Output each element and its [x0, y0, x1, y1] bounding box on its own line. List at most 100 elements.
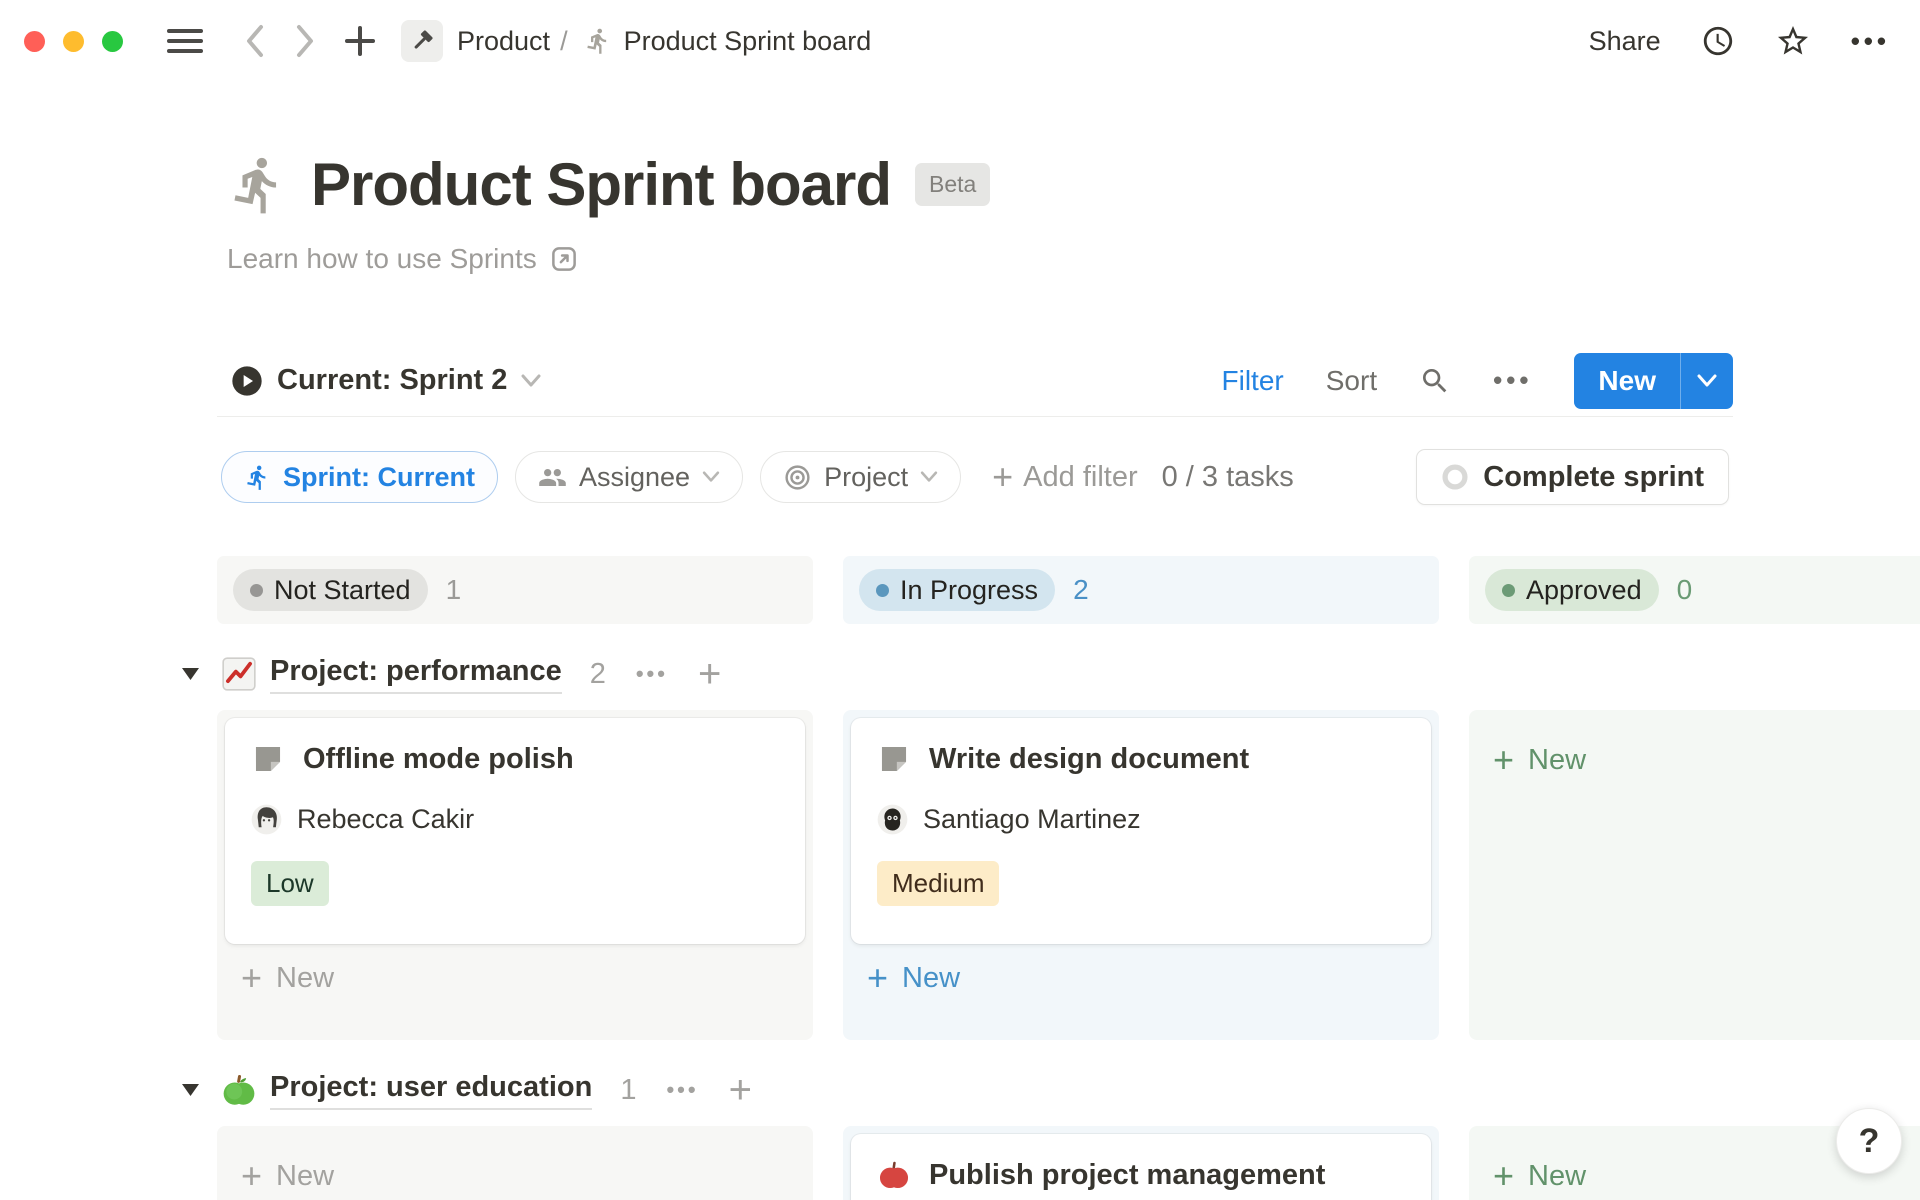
breadcrumb-item-current[interactable]: Product Sprint board	[624, 26, 872, 57]
task-card-publish-project-management[interactable]: Publish project management	[851, 1134, 1431, 1200]
group-options-icon[interactable]: •••	[666, 1077, 698, 1103]
new-page-icon[interactable]	[343, 24, 377, 58]
new-card-label: New	[276, 962, 334, 995]
avatar-rebecca	[251, 804, 282, 835]
filter-pill-sprint[interactable]: Sprint: Current	[221, 451, 498, 503]
filter-pill-assignee-label: Assignee	[579, 462, 690, 493]
new-card-label: New	[1528, 1160, 1586, 1193]
assignee-name: Santiago Martinez	[923, 804, 1141, 835]
new-task-label[interactable]: New	[1574, 353, 1680, 409]
filter-pill-project[interactable]: Project	[760, 451, 961, 503]
priority-badge: Medium	[877, 861, 999, 906]
page-runner-icon[interactable]	[227, 154, 289, 216]
filter-button[interactable]: Filter	[1222, 365, 1284, 397]
board-cell-in-progress: Write design document Santiago Martinez …	[843, 710, 1439, 1040]
forward-icon[interactable]	[293, 23, 317, 59]
help-button[interactable]: ?	[1836, 1108, 1902, 1174]
group-title[interactable]: Project: performance	[270, 655, 562, 694]
minimize-window-button[interactable]	[63, 31, 84, 52]
new-task-button[interactable]: New	[1574, 353, 1733, 409]
new-card-button[interactable]: + New	[225, 944, 805, 1012]
group-options-icon[interactable]: •••	[636, 661, 668, 687]
collapse-triangle-icon[interactable]	[181, 666, 200, 682]
back-icon[interactable]	[243, 23, 267, 59]
sprint-task-progress: 0 / 3 tasks	[1162, 461, 1294, 494]
search-icon[interactable]	[1419, 365, 1451, 397]
avatar-santiago	[877, 804, 908, 835]
chevron-down-icon	[920, 471, 938, 483]
sort-button[interactable]: Sort	[1326, 365, 1377, 397]
status-dot-icon	[1502, 584, 1515, 597]
board-column-headers: Not Started 1 In Progress 2 Approved 0	[217, 556, 1920, 624]
priority-badge: Low	[251, 861, 329, 906]
plus-icon: +	[241, 960, 262, 996]
column-label: In Progress	[900, 575, 1038, 606]
runner-icon	[244, 464, 271, 491]
red-apple-icon	[877, 1158, 911, 1192]
column-label: Approved	[1526, 575, 1642, 606]
more-options-icon[interactable]: •••	[1851, 26, 1890, 57]
assignee-name: Rebecca Cakir	[297, 804, 474, 835]
group-add-icon[interactable]: +	[698, 654, 721, 694]
favorite-star-icon[interactable]	[1775, 23, 1811, 59]
complete-sprint-button[interactable]: Complete sprint	[1416, 449, 1729, 505]
chevron-down-icon	[702, 471, 720, 483]
group-add-icon[interactable]: +	[729, 1070, 752, 1110]
group-project-user-education: Project: user education 1 ••• + + New Pu…	[217, 1066, 1920, 1200]
beta-badge: Beta	[915, 163, 990, 206]
add-filter-label: Add filter	[1023, 461, 1137, 494]
filter-bar: Sprint: Current Assignee Project + Add f…	[221, 449, 1729, 505]
column-header-not-started[interactable]: Not Started 1	[217, 556, 813, 624]
breadcrumb-item-product[interactable]: Product	[457, 26, 550, 57]
filter-pill-sprint-label: Sprint: Current	[283, 462, 475, 493]
task-card-offline-mode-polish[interactable]: Offline mode polish Rebecca Cakir Low	[225, 718, 805, 944]
new-task-dropdown-icon[interactable]	[1681, 353, 1733, 409]
complete-sprint-label: Complete sprint	[1483, 461, 1704, 494]
group-count: 1	[620, 1074, 636, 1107]
sprint-play-icon	[231, 365, 263, 397]
history-clock-icon[interactable]	[1701, 24, 1735, 58]
close-window-button[interactable]	[24, 31, 45, 52]
learn-sprints-link[interactable]: Learn how to use Sprints	[227, 243, 990, 275]
breadcrumb: Product / Product Sprint board	[457, 26, 871, 57]
new-card-label: New	[902, 962, 960, 995]
filter-pill-assignee[interactable]: Assignee	[515, 451, 743, 503]
view-toolbar: Current: Sprint 2 Filter Sort ••• New	[217, 345, 1733, 417]
status-dot-icon	[876, 584, 889, 597]
external-link-icon	[549, 244, 579, 274]
page-header: Product Sprint board Beta Learn how to u…	[227, 150, 990, 275]
board-cell-not-started: Offline mode polish Rebecca Cakir Low + …	[217, 710, 813, 1040]
plus-icon: +	[241, 1158, 262, 1194]
breadcrumb-root-page-icon[interactable]	[401, 20, 443, 62]
task-card-write-design-document[interactable]: Write design document Santiago Martinez …	[851, 718, 1431, 944]
green-apple-icon[interactable]	[220, 1071, 258, 1109]
board-cell-in-progress: Publish project management	[843, 1126, 1439, 1200]
card-title: Offline mode polish	[303, 743, 574, 776]
traffic-lights	[24, 31, 123, 52]
column-count: 1	[446, 574, 462, 606]
page-title: Product Sprint board	[311, 150, 891, 219]
collapse-triangle-icon[interactable]	[181, 1082, 200, 1098]
view-switcher[interactable]: Current: Sprint 2	[231, 364, 541, 397]
column-header-approved[interactable]: Approved 0	[1469, 556, 1920, 624]
new-card-button[interactable]: + New	[1477, 718, 1920, 794]
view-options-icon[interactable]: •••	[1493, 365, 1532, 396]
new-card-button[interactable]: + New	[851, 944, 1431, 1012]
column-header-in-progress[interactable]: In Progress 2	[843, 556, 1439, 624]
chevron-down-icon	[521, 374, 541, 388]
plus-icon: +	[867, 960, 888, 996]
learn-sprints-label: Learn how to use Sprints	[227, 243, 537, 275]
zoom-window-button[interactable]	[102, 31, 123, 52]
page-icon	[877, 742, 911, 776]
chart-increasing-icon[interactable]	[220, 655, 258, 693]
sidebar-toggle-icon[interactable]	[167, 26, 203, 56]
new-card-label: New	[1528, 744, 1586, 777]
target-icon	[783, 463, 812, 492]
new-card-button[interactable]: + New	[225, 1134, 805, 1200]
group-title[interactable]: Project: user education	[270, 1071, 592, 1110]
sprint-board: Not Started 1 In Progress 2 Approved 0 P…	[217, 556, 1920, 1200]
add-filter-button[interactable]: + Add filter	[992, 459, 1137, 495]
share-button[interactable]: Share	[1589, 26, 1661, 57]
column-label: Not Started	[274, 575, 411, 606]
status-dot-icon	[250, 584, 263, 597]
